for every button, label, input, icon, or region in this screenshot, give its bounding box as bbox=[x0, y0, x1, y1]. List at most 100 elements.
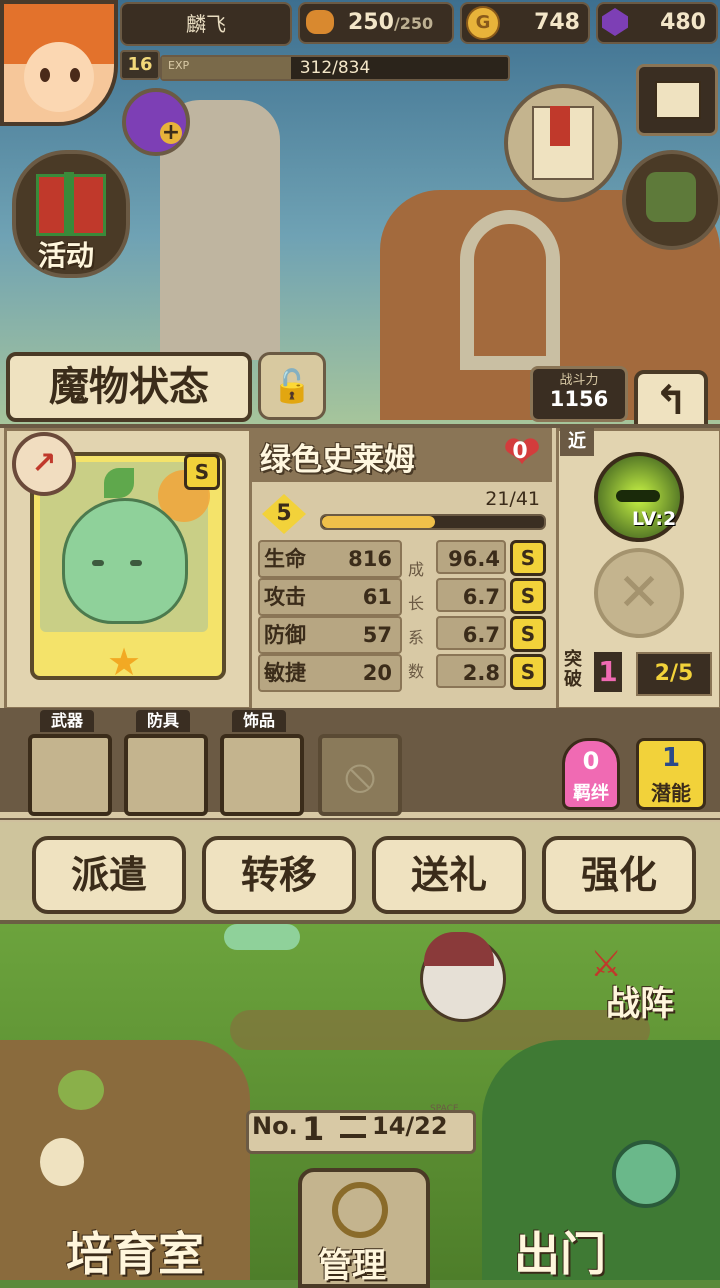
stat-row-hp: 生命 816 bbox=[258, 540, 402, 578]
monster-exp-text: 21/41 bbox=[485, 488, 540, 510]
potential-button[interactable]: 1 潜能 bbox=[636, 738, 706, 810]
stat-row-attack: 攻击 61 bbox=[258, 578, 402, 616]
no-entry-icon: ⦸ bbox=[344, 747, 376, 803]
dispatch-button[interactable]: 派遣 bbox=[32, 836, 186, 914]
player-level: 16 bbox=[120, 50, 160, 80]
slime-wandering bbox=[224, 924, 300, 950]
combat-power-box: 战斗力 1156 bbox=[530, 366, 628, 422]
bond-label: 羁绊 bbox=[573, 783, 609, 804]
add-gem-button[interactable]: + bbox=[122, 88, 190, 156]
bag-button[interactable] bbox=[622, 150, 720, 250]
stamina-value: 250/250 bbox=[348, 10, 434, 35]
attack-range-tag: 近 bbox=[560, 428, 594, 456]
growth-grade-badge: S bbox=[510, 616, 546, 652]
armor-tab: 防具 bbox=[136, 710, 190, 732]
growth-value: 96.4 bbox=[436, 540, 506, 574]
event-button[interactable]: 活动 bbox=[12, 150, 130, 278]
gem-value: 480 bbox=[660, 10, 706, 35]
stamina-counter[interactable]: 250/250 bbox=[298, 2, 454, 44]
growth-value: 2.8 bbox=[436, 654, 506, 688]
formation-label: 战阵 bbox=[606, 984, 674, 1024]
purple-gem-icon bbox=[602, 8, 628, 36]
stat-value: 816 bbox=[348, 547, 392, 571]
gold-value: 748 bbox=[534, 10, 580, 35]
potential-label: 潜能 bbox=[651, 781, 691, 805]
locked-slot: ⦸ bbox=[318, 734, 402, 816]
gem-counter[interactable]: 480 bbox=[596, 2, 718, 44]
potential-value: 1 bbox=[661, 743, 681, 773]
avatar-eye bbox=[40, 68, 50, 82]
equals-icon bbox=[340, 1116, 366, 1138]
player-avatar[interactable] bbox=[0, 0, 118, 126]
space-value: 14/22 bbox=[372, 1112, 448, 1140]
stat-label: 生命 bbox=[264, 547, 306, 571]
avatar-eye bbox=[70, 68, 80, 82]
monster-exp-bar bbox=[320, 514, 546, 530]
lock-button[interactable]: 🔓 bbox=[258, 352, 326, 420]
monster-name: 绿色史莱姆 bbox=[260, 442, 415, 478]
growth-grade-badge: S bbox=[510, 654, 546, 690]
go-out-label: 出门 bbox=[514, 1227, 606, 1281]
skill-slot-empty[interactable]: ✕ bbox=[594, 548, 684, 638]
stat-value: 57 bbox=[362, 623, 392, 647]
star-icon: ★ bbox=[106, 640, 142, 684]
affection-value: 0 bbox=[512, 439, 528, 464]
stat-value: 61 bbox=[362, 585, 392, 609]
weapon-tab: 武器 bbox=[40, 710, 94, 732]
gift-button[interactable]: 送礼 bbox=[372, 836, 526, 914]
bond-button[interactable]: 0 羁绊 bbox=[562, 738, 620, 810]
stat-row-defense: 防御 57 bbox=[258, 616, 402, 654]
growth-label-char: 长 bbox=[407, 594, 424, 613]
green-slime-sprite bbox=[62, 498, 188, 624]
enhance-button[interactable]: 强化 bbox=[542, 836, 696, 914]
player-exp-text: 312/834 bbox=[299, 58, 371, 78]
quest-scroll-button[interactable] bbox=[504, 84, 622, 202]
combat-power-label: 战斗力 bbox=[559, 373, 599, 388]
transfer-button[interactable]: 转移 bbox=[202, 836, 356, 914]
growth-label-char: 成 bbox=[407, 560, 424, 579]
breakthrough-count[interactable]: 2/5 bbox=[636, 652, 712, 696]
skill-level: LV:2 bbox=[632, 508, 677, 530]
plus-icon: + bbox=[160, 120, 182, 145]
accessory-tab: 饰品 bbox=[232, 710, 286, 732]
scroll-ribbon bbox=[550, 106, 570, 146]
event-label: 活动 bbox=[38, 239, 95, 272]
avatar-face bbox=[24, 42, 94, 112]
stat-row-agility: 敏捷 20 bbox=[258, 654, 402, 692]
number-value: 1 bbox=[302, 1110, 325, 1148]
growth-grade-badge: S bbox=[510, 578, 546, 614]
gold-counter[interactable]: G 748 bbox=[460, 2, 590, 44]
growth-label-char: 系 bbox=[407, 628, 424, 647]
monster-exp-fill bbox=[322, 516, 436, 528]
egg-icon bbox=[40, 1138, 84, 1186]
bread-icon bbox=[306, 10, 334, 34]
player-name: 麟飞 bbox=[120, 2, 292, 46]
growth-label-char: 数 bbox=[407, 662, 424, 681]
slime-eye bbox=[130, 560, 142, 566]
bond-value: 0 bbox=[582, 747, 600, 775]
portal-icon bbox=[612, 1140, 680, 1208]
gift-ribbon bbox=[64, 172, 74, 234]
nursery-label: 培育室 bbox=[66, 1227, 204, 1281]
stat-label: 防御 bbox=[264, 623, 306, 647]
slime-eye bbox=[92, 560, 104, 566]
growth-grade-badge: S bbox=[510, 540, 546, 576]
stat-label: 敏捷 bbox=[264, 661, 306, 685]
horseshoe-emblem bbox=[460, 210, 560, 370]
growth-value: 6.7 bbox=[436, 616, 506, 650]
backpack-icon bbox=[646, 172, 696, 222]
breakthrough-value: 1 bbox=[594, 652, 622, 692]
leaf-sprout bbox=[104, 468, 134, 498]
number-label: No. bbox=[252, 1112, 298, 1140]
card-grade-badge: S bbox=[184, 454, 220, 490]
breakthrough-label: 突破 bbox=[564, 649, 582, 690]
egg-icon bbox=[58, 1070, 104, 1110]
accessory-slot[interactable] bbox=[220, 734, 304, 816]
growth-value: 6.7 bbox=[436, 578, 506, 612]
player-exp-bar: EXP 312/834 bbox=[160, 55, 510, 81]
mail-button[interactable] bbox=[636, 64, 718, 136]
page-title: 魔物状态 bbox=[6, 352, 252, 422]
return-arrow-icon: ↰ bbox=[654, 378, 688, 424]
armor-slot[interactable] bbox=[124, 734, 208, 816]
weapon-slot[interactable] bbox=[28, 734, 112, 816]
